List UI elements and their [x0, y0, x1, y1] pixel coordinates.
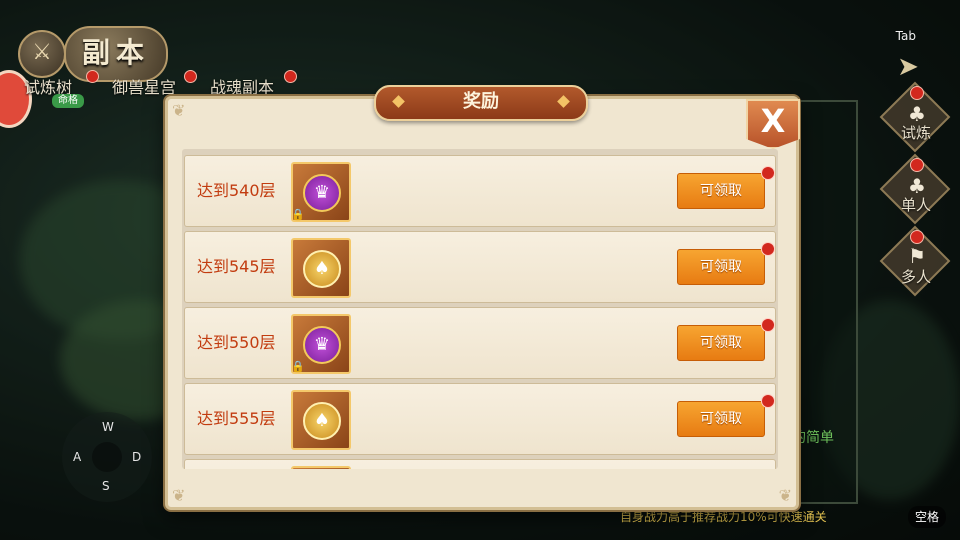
claim-button[interactable]: 可领取	[677, 173, 765, 209]
nav-label-trial: 试炼	[900, 124, 931, 142]
flag-icon: ⚑	[908, 244, 926, 268]
reward-label: 达到545层	[197, 257, 276, 276]
reward-row: 达到550层 ♛ 🔒 可领取	[184, 307, 776, 379]
gold-coin-icon: ♠	[303, 402, 341, 440]
corner-ornament-icon: ❦	[172, 486, 186, 505]
lock-icon: 🔒	[291, 360, 305, 373]
dungeon-header: ⚔ 副本	[0, 10, 170, 82]
reward-label: 达到550层	[197, 333, 276, 352]
close-button[interactable]: X	[746, 99, 800, 149]
notification-dot	[184, 70, 197, 83]
wing-badge-icon: ♛	[303, 326, 341, 364]
reward-modal: ❦ ❦ ❦ 奖励 X 达到540层 ♛ 🔒 可领取 达到545层 ♠ 可领取 达…	[165, 85, 800, 510]
key-a: A	[73, 450, 82, 464]
key-s: S	[102, 479, 110, 493]
corner-ornament-icon: ❦	[172, 101, 186, 120]
reward-list[interactable]: 达到540层 ♛ 🔒 可领取 达到545层 ♠ 可领取 达到550层 ♛ 🔒 可…	[182, 149, 778, 469]
nav-label-single: 单人	[900, 196, 931, 214]
modal-title: 奖励	[463, 91, 499, 112]
tab-label: 御兽星宫	[112, 78, 177, 97]
tab-beast-palace[interactable]: 御兽星宫	[112, 74, 176, 98]
right-nav: Tab ➤ ♣ 试炼 ♣ 单人 ⚑ 多人	[878, 20, 960, 320]
joystick-knob[interactable]	[92, 442, 122, 472]
notification-dot	[761, 242, 775, 256]
notification-dot	[761, 394, 775, 408]
tab-war-soul[interactable]: 战魂副本	[210, 74, 274, 98]
notification-dot	[910, 86, 924, 100]
reward-row: 达到540层 ♛ 🔒 可领取	[184, 155, 776, 227]
reward-row: 达到555层 ♠ 可领取	[184, 383, 776, 455]
claim-button[interactable]: 可领取	[677, 325, 765, 361]
reward-item[interactable]: ♠	[291, 390, 351, 450]
reward-item[interactable]: ♛ 🔒	[291, 162, 351, 222]
notification-dot	[910, 158, 924, 172]
reward-row-partial	[184, 459, 776, 469]
wing-badge-icon: ♛	[303, 174, 341, 212]
reward-item[interactable]: ♠	[291, 238, 351, 298]
reward-item[interactable]	[291, 466, 351, 469]
reward-label: 达到540层	[197, 181, 276, 200]
notification-dot	[761, 166, 775, 180]
claim-button[interactable]: 可领取	[677, 249, 765, 285]
quick-clear-hint: 自身战力高于推荐战力10%可快速通关	[620, 510, 827, 524]
reward-item[interactable]: ♛ 🔒	[291, 314, 351, 374]
lock-icon: 🔒	[291, 208, 305, 221]
gold-coin-icon: ♠	[303, 250, 341, 288]
claim-button[interactable]: 可领取	[677, 401, 765, 437]
notification-dot	[86, 70, 99, 83]
virtual-joystick[interactable]: W A D S	[62, 412, 152, 502]
notification-dot	[761, 318, 775, 332]
tab-key-hint: Tab	[895, 29, 916, 43]
space-key-button[interactable]: 空格	[908, 506, 946, 528]
notification-dot	[284, 70, 297, 83]
key-w: W	[102, 420, 114, 434]
notification-dot	[910, 230, 924, 244]
key-d: D	[132, 450, 142, 464]
reward-row: 达到545层 ♠ 可领取	[184, 231, 776, 303]
tab-badge: 命格	[52, 94, 84, 108]
reward-label: 达到555层	[197, 409, 276, 428]
corner-ornament-icon: ❦	[778, 486, 792, 505]
nav-label-multi: 多人	[900, 268, 931, 286]
tab-label: 战魂副本	[210, 78, 275, 97]
title-plate: 奖励	[374, 85, 588, 121]
collapse-arrow-icon[interactable]: ➤	[878, 52, 938, 82]
